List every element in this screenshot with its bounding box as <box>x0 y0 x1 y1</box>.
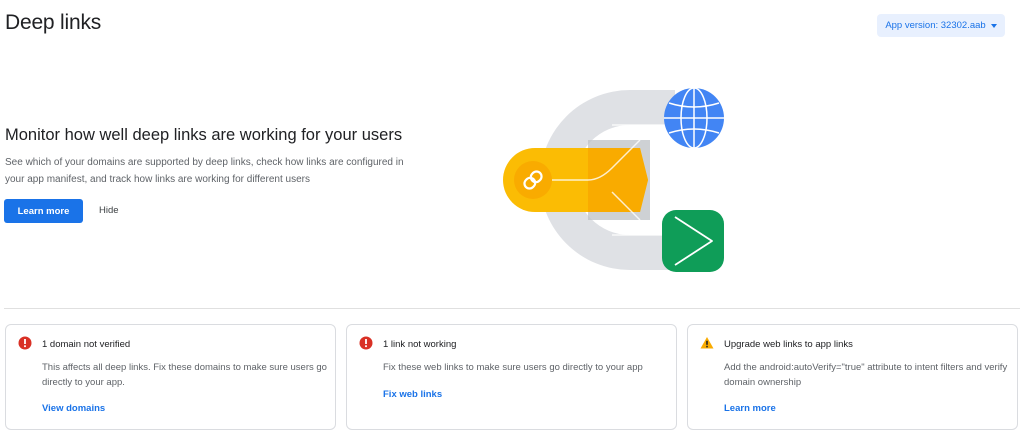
card-title: 1 link not working <box>383 339 457 350</box>
card-upgrade-app-links: Upgrade web links to app links Add the a… <box>687 324 1018 430</box>
card-body: This affects all deep links. Fix these d… <box>42 362 327 388</box>
learn-more-button[interactable]: Learn more <box>4 199 83 223</box>
warning-icon <box>700 337 714 349</box>
card-link-not-working: 1 link not working Fix these web links t… <box>346 324 677 430</box>
page-title: Deep links <box>5 11 102 34</box>
section-divider <box>4 308 1020 309</box>
card-domain-not-verified: 1 domain not verified This affects all d… <box>5 324 336 430</box>
learn-more-link[interactable]: Learn more <box>724 403 776 414</box>
hero-heading: Monitor how well deep links are working … <box>5 126 403 144</box>
error-icon <box>359 336 373 350</box>
card-title: Upgrade web links to app links <box>724 339 853 350</box>
chevron-down-icon <box>990 23 997 28</box>
arrow-icon <box>662 210 724 272</box>
card-title: 1 domain not verified <box>42 339 131 350</box>
error-icon <box>18 336 32 350</box>
fix-web-links-link[interactable]: Fix web links <box>383 389 442 400</box>
deep-links-illustration <box>503 87 724 272</box>
globe-icon <box>664 87 724 149</box>
hero-description: See which of your domains are supported … <box>5 157 404 185</box>
app-version-dropdown[interactable]: App version: 32302.aab <box>877 14 1005 37</box>
view-domains-link[interactable]: View domains <box>42 403 105 414</box>
card-body: Add the android:autoVerify="true" attrib… <box>724 362 1008 388</box>
hide-button[interactable]: Hide <box>99 205 119 216</box>
app-version-label: App version: 32302.aab <box>885 20 986 31</box>
card-body: Fix these web links to make sure users g… <box>383 362 643 373</box>
